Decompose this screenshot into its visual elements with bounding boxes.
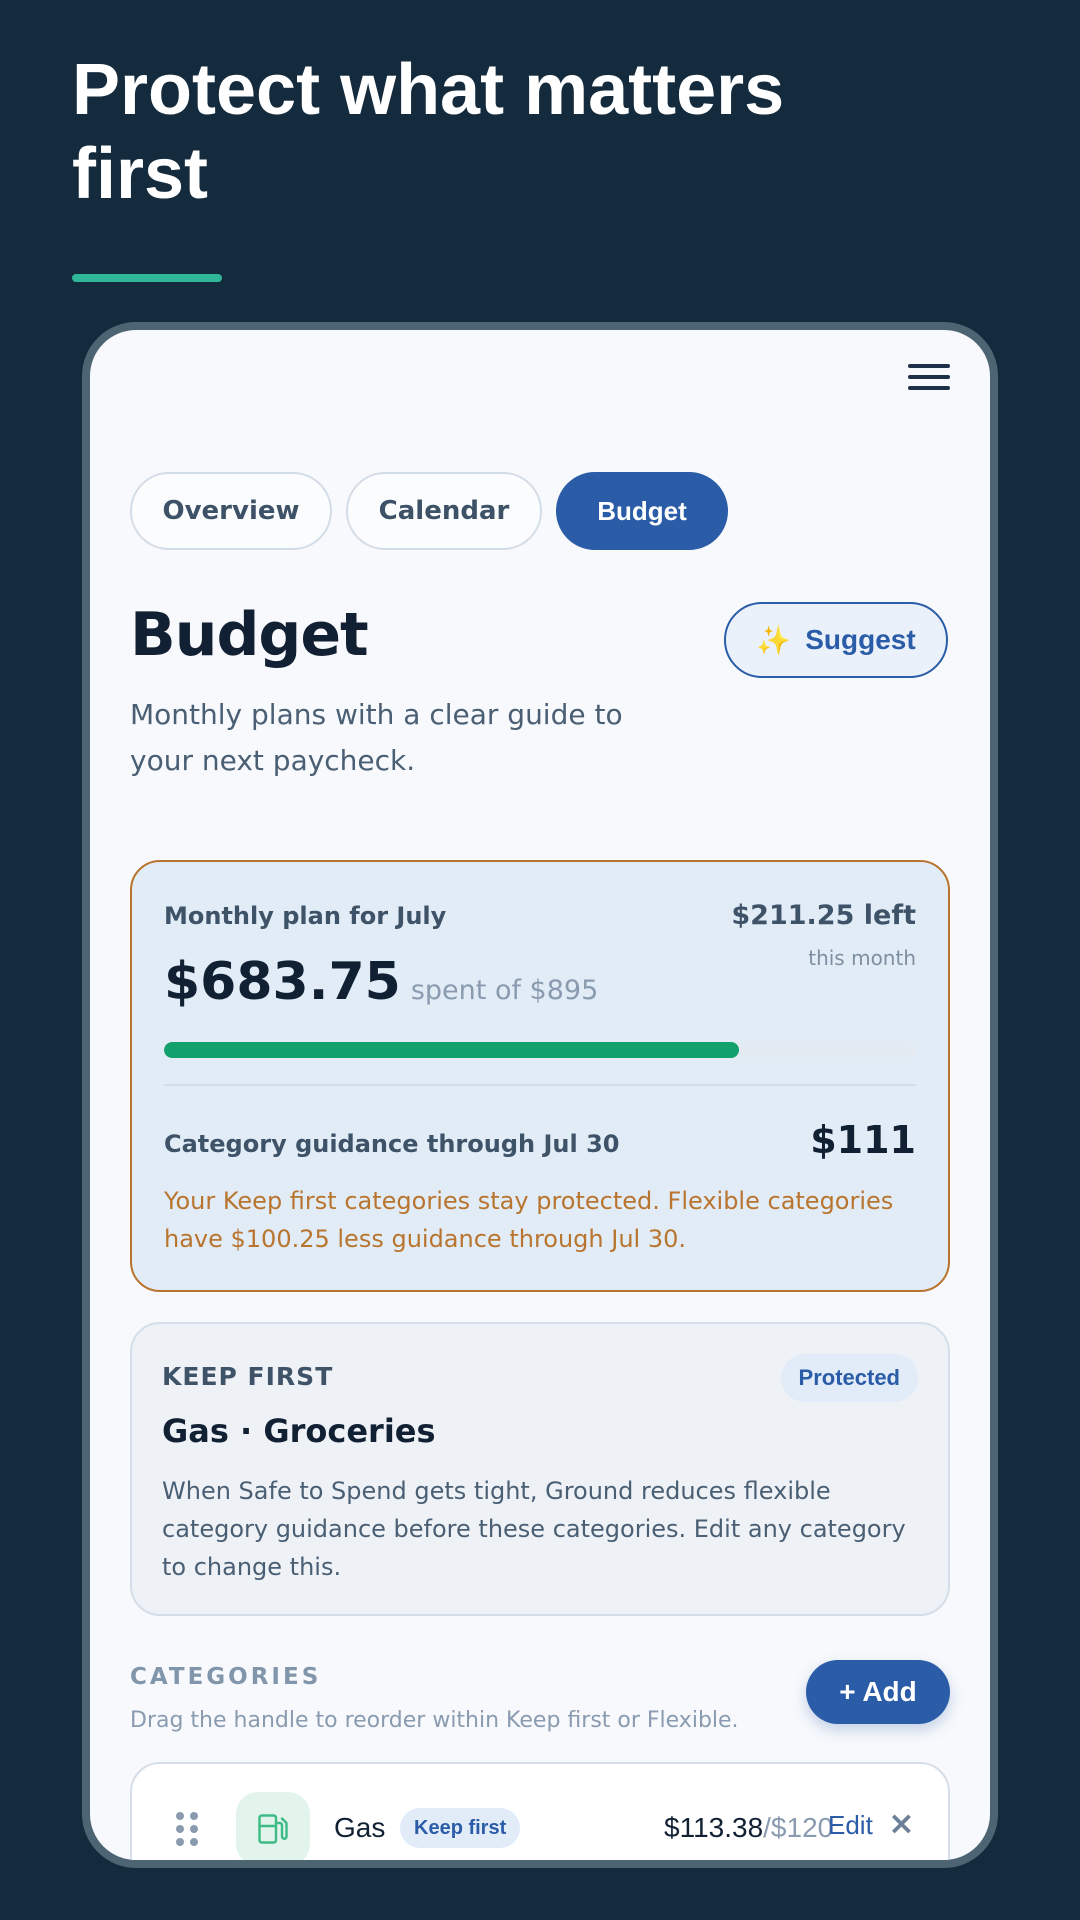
keep-first-card: KEEP FIRST Protected Gas · Groceries Whe… bbox=[130, 1322, 950, 1616]
spent-amount: $683.75 bbox=[164, 952, 401, 1012]
suggest-label: Suggest bbox=[805, 624, 916, 655]
keep-first-body: When Safe to Spend gets tight, Ground re… bbox=[162, 1477, 906, 1581]
tab-budget[interactable]: Budget bbox=[556, 472, 728, 550]
keep-first-eyebrow: KEEP FIRST bbox=[162, 1362, 334, 1391]
view-tabs: Overview Calendar Budget bbox=[130, 472, 728, 550]
left-caption: this month bbox=[808, 946, 916, 970]
divider bbox=[164, 1084, 916, 1086]
phone-frame: Overview Calendar Budget Budget ✨ Sugges… bbox=[82, 322, 998, 1868]
category-row[interactable]: Gas Keep first $113.38/$120 Edit × bbox=[130, 1762, 950, 1860]
suggest-button[interactable]: ✨ Suggest bbox=[724, 602, 948, 678]
plan-label: Monthly plan for July bbox=[164, 902, 447, 930]
category-edit-link[interactable]: Edit bbox=[828, 1810, 873, 1841]
keep-first-title: Gas · Groceries bbox=[162, 1412, 436, 1450]
guidance-amount: $111 bbox=[810, 1118, 916, 1162]
monthly-plan-card[interactable]: Monthly plan for July $211.25 left this … bbox=[130, 860, 950, 1292]
page-subtitle: Monthly plans with a clear guide to your… bbox=[130, 698, 623, 777]
spent-of-total: spent of $895 bbox=[410, 975, 599, 1006]
page-title: Budget bbox=[130, 600, 369, 670]
guidance-note: Your Keep first categories stay protecte… bbox=[164, 1187, 894, 1253]
close-icon[interactable]: × bbox=[888, 1804, 915, 1842]
left-amount: $211.25 left bbox=[731, 900, 916, 931]
headline: Protect what matters first bbox=[72, 50, 785, 214]
category-total: /$120 bbox=[763, 1812, 834, 1843]
category-amount: $113.38/$120 bbox=[664, 1812, 833, 1844]
budget-progress-bar bbox=[164, 1042, 916, 1058]
hamburger-menu-icon[interactable] bbox=[908, 364, 950, 398]
tab-overview[interactable]: Overview bbox=[130, 472, 332, 550]
categories-eyebrow: CATEGORIES bbox=[130, 1664, 322, 1690]
category-name: Gas bbox=[334, 1812, 386, 1843]
headline-accent-bar bbox=[72, 274, 222, 282]
sparkle-icon: ✨ bbox=[756, 624, 792, 656]
categories-hint: Drag the handle to reorder within Keep f… bbox=[130, 1708, 739, 1733]
category-spent: $113.38 bbox=[664, 1812, 764, 1843]
tab-calendar[interactable]: Calendar bbox=[346, 472, 542, 550]
add-category-button[interactable]: + Add bbox=[806, 1660, 950, 1724]
keep-first-badge: Keep first bbox=[400, 1808, 521, 1848]
guidance-label: Category guidance through Jul 30 bbox=[164, 1130, 620, 1158]
budget-progress-fill bbox=[164, 1042, 739, 1058]
fuel-pump-icon bbox=[236, 1792, 310, 1860]
spent-row: $683.75 spent of $895 bbox=[164, 952, 598, 1012]
protected-badge: Protected bbox=[780, 1354, 918, 1402]
drag-handle-icon[interactable] bbox=[176, 1812, 198, 1846]
